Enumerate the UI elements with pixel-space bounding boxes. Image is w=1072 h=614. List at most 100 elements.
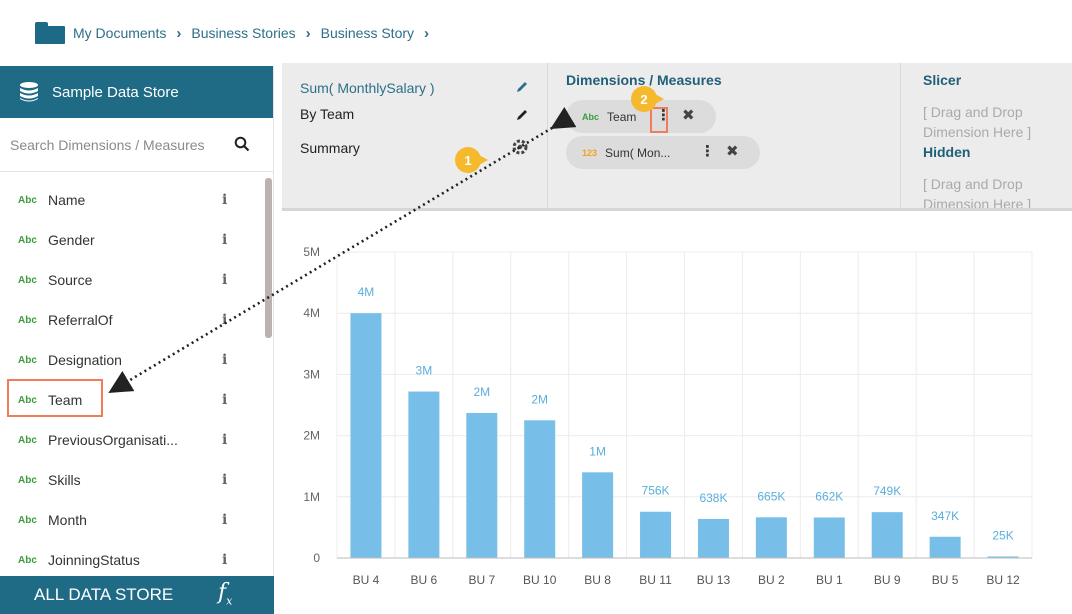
field-list-scrollbar[interactable] bbox=[265, 178, 272, 338]
chip-label: Team bbox=[607, 109, 637, 124]
measure-chip-sum[interactable]: 123 Sum( Mon... ⋮ ✖ bbox=[566, 136, 760, 169]
kebab-icon[interactable]: ⋮ bbox=[700, 142, 715, 160]
info-icon[interactable]: i bbox=[222, 232, 227, 248]
breadcrumb-item-business-story[interactable]: Business Story bbox=[321, 25, 414, 41]
group-by-label[interactable]: By Team bbox=[300, 106, 354, 122]
info-icon[interactable]: i bbox=[222, 432, 227, 448]
slicer-title: Slicer bbox=[923, 72, 962, 88]
type-abc-badge: Abc bbox=[18, 434, 37, 446]
breadcrumb: My Documents › Business Stories › Busine… bbox=[35, 18, 431, 48]
dimensions-measures-area: Dimensions / Measures Abc Team ⋮ ✖ 123 S… bbox=[548, 63, 900, 208]
bar-data-label: 662K bbox=[815, 489, 843, 503]
bar bbox=[697, 518, 729, 558]
y-tick-label: 4M bbox=[303, 306, 320, 320]
info-icon[interactable]: i bbox=[222, 352, 227, 368]
field-item[interactable]: Abc Skills i bbox=[0, 460, 262, 500]
metric-label[interactable]: Sum( MonthlySalary ) bbox=[300, 80, 435, 96]
fx-icon[interactable]: fx bbox=[218, 580, 232, 607]
field-label: PreviousOrganisati... bbox=[48, 432, 178, 448]
field-label: Source bbox=[48, 272, 93, 288]
folder-icon[interactable] bbox=[35, 22, 65, 44]
bar bbox=[871, 512, 903, 558]
field-item[interactable]: Abc Designation i bbox=[0, 340, 262, 380]
chevron-right-icon: › bbox=[424, 24, 430, 42]
bar bbox=[582, 472, 614, 558]
edit-icon[interactable] bbox=[514, 107, 530, 123]
hidden-drop-zone[interactable]: [ Drag and Drop Dimension Here ] bbox=[923, 174, 1072, 208]
step-badge-2: 2 bbox=[631, 86, 664, 112]
x-tick-label: BU 9 bbox=[874, 573, 901, 587]
type-abc-badge: Abc bbox=[18, 234, 37, 246]
search-icon[interactable] bbox=[234, 136, 250, 152]
chart-area: 0 1M 2M 3M 4M 5M 4M BU 4 3M BU 6 2M BU 7 2M BU 10 1M BU… bbox=[282, 222, 1072, 614]
breadcrumb-item-my-documents[interactable]: My Documents bbox=[73, 25, 166, 41]
search-input[interactable] bbox=[10, 136, 232, 153]
bar-data-label: 756K bbox=[642, 484, 670, 498]
info-icon[interactable]: i bbox=[222, 472, 227, 488]
slicer-hidden-area: Slicer [ Drag and Drop Dimension Here ] … bbox=[900, 63, 1072, 208]
x-tick-label: BU 10 bbox=[523, 573, 557, 587]
y-tick-label: 1M bbox=[303, 490, 320, 504]
field-highlight-box bbox=[7, 379, 103, 417]
hidden-title: Hidden bbox=[923, 144, 971, 160]
bar-data-label: 25K bbox=[992, 528, 1013, 542]
info-icon[interactable]: i bbox=[222, 192, 227, 208]
bar-data-label: 347K bbox=[931, 509, 959, 523]
gear-icon[interactable] bbox=[510, 137, 530, 157]
field-item[interactable]: Abc Month i bbox=[0, 500, 262, 540]
bar-data-label: 3M bbox=[416, 364, 433, 378]
info-icon[interactable]: i bbox=[222, 392, 227, 408]
x-tick-label: BU 8 bbox=[584, 573, 611, 587]
bar bbox=[408, 391, 440, 558]
close-icon[interactable]: ✖ bbox=[682, 106, 695, 124]
app-root: My Documents › Business Stories › Busine… bbox=[0, 0, 1072, 614]
breadcrumb-item-business-stories[interactable]: Business Stories bbox=[191, 25, 295, 41]
info-icon[interactable]: i bbox=[222, 272, 227, 288]
x-tick-label: BU 5 bbox=[932, 573, 959, 587]
bar bbox=[524, 420, 556, 558]
x-tick-label: BU 7 bbox=[468, 573, 495, 587]
bar-data-label: 4M bbox=[358, 285, 375, 299]
chart-config-panel: Sum( MonthlySalary ) By Team Summary Dim… bbox=[282, 63, 1072, 211]
chart-properties: Sum( MonthlySalary ) By Team Summary bbox=[282, 63, 548, 208]
y-tick-label: 5M bbox=[303, 245, 320, 259]
x-tick-label: BU 13 bbox=[697, 573, 731, 587]
data-store-title: Sample Data Store bbox=[52, 83, 179, 101]
field-item[interactable]: Abc PreviousOrganisati... i bbox=[0, 420, 262, 460]
bar-data-label: 2M bbox=[473, 385, 490, 399]
field-label: Skills bbox=[48, 472, 81, 488]
type-abc-badge: Abc bbox=[18, 354, 37, 366]
all-data-store-button[interactable]: ALL DATA STORE fx bbox=[0, 576, 274, 614]
type-abc-badge: Abc bbox=[582, 111, 600, 122]
field-label: Name bbox=[48, 192, 86, 208]
edit-icon[interactable] bbox=[514, 79, 530, 95]
x-tick-label: BU 2 bbox=[758, 573, 785, 587]
bar-data-label: 2M bbox=[531, 392, 548, 406]
bar bbox=[929, 536, 961, 558]
x-tick-label: BU 1 bbox=[816, 573, 843, 587]
bar bbox=[350, 313, 382, 558]
field-item[interactable]: Abc ReferralOf i bbox=[0, 300, 262, 340]
info-icon[interactable]: i bbox=[222, 552, 227, 568]
step-badge-1: 1 bbox=[455, 147, 488, 173]
field-item[interactable]: Abc Gender i bbox=[0, 220, 262, 260]
search-row bbox=[0, 118, 273, 172]
field-item[interactable]: Abc Name i bbox=[0, 180, 262, 220]
bar-data-label: 1M bbox=[589, 444, 606, 458]
info-icon[interactable]: i bbox=[222, 312, 227, 328]
field-item[interactable]: Abc Source i bbox=[0, 260, 262, 300]
summary-label[interactable]: Summary bbox=[300, 140, 360, 156]
slicer-drop-zone[interactable]: [ Drag and Drop Dimension Here ] bbox=[923, 102, 1072, 142]
bar bbox=[466, 412, 498, 558]
bar bbox=[813, 517, 845, 558]
field-label: Gender bbox=[48, 232, 95, 248]
field-item[interactable]: Abc JoinningStatus i bbox=[0, 540, 262, 580]
chevron-right-icon: › bbox=[305, 24, 311, 42]
close-icon[interactable]: ✖ bbox=[726, 142, 739, 160]
x-tick-label: BU 6 bbox=[411, 573, 438, 587]
info-icon[interactable]: i bbox=[222, 512, 227, 528]
x-tick-label: BU 11 bbox=[639, 573, 672, 587]
data-store-header[interactable]: Sample Data Store bbox=[0, 66, 273, 118]
bar-data-label: 638K bbox=[699, 491, 727, 505]
data-store-panel: Sample Data Store Abc Name i Abc Gender i Abc S… bbox=[0, 66, 274, 614]
